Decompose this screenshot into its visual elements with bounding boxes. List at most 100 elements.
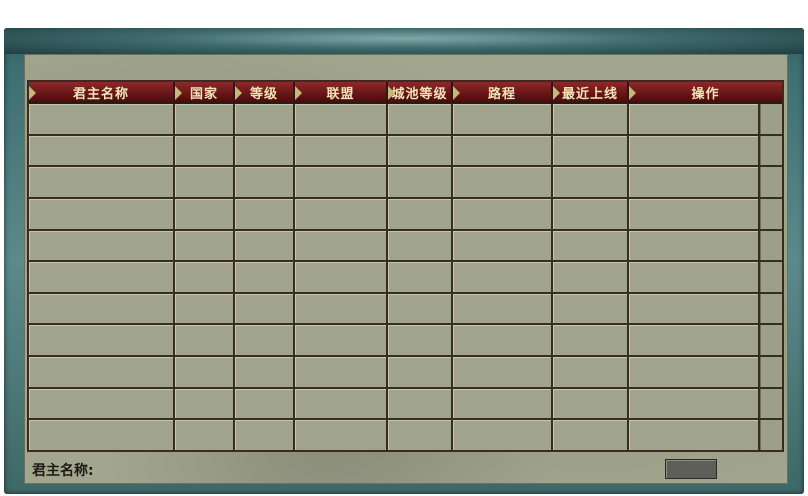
table-cell: [388, 167, 453, 197]
row-scroll-gutter: [760, 230, 782, 261]
table-row[interactable]: [29, 293, 782, 326]
column-header-level[interactable]: 等级: [235, 82, 295, 102]
column-header-label: 君主名称: [72, 86, 129, 102]
lord-table: 君主名称 国家 等级 联盟 城池等级 路程 最近上线 操作: [27, 80, 784, 452]
table-cell: [388, 325, 453, 356]
table-header: 君主名称 国家 等级 联盟 城池等级 路程 最近上线 操作: [29, 82, 782, 104]
table-cell: [235, 167, 295, 197]
table-row[interactable]: [29, 388, 782, 421]
table-cell: [295, 167, 388, 197]
table-cell: [388, 104, 453, 134]
table-cell: [629, 293, 760, 324]
row-scroll-gutter: [760, 135, 782, 166]
table-cell: [235, 198, 295, 229]
table-cell: [175, 104, 235, 134]
table-cell: [553, 230, 629, 261]
table-cell: [629, 135, 760, 166]
column-header-distance[interactable]: 路程: [453, 82, 553, 102]
table-cell: [175, 293, 235, 324]
column-header-label: 联盟: [326, 86, 355, 102]
table-cell: [453, 420, 553, 451]
table-cell: [453, 388, 553, 419]
column-header-label: 城池等级: [391, 86, 448, 102]
column-header-lord-name[interactable]: 君主名称: [29, 82, 175, 102]
table-cell: [295, 135, 388, 166]
table-row[interactable]: [29, 167, 782, 199]
table-cell: [388, 388, 453, 419]
column-arrow-icon: [629, 86, 636, 100]
row-scroll-gutter: [760, 420, 782, 451]
table-cell: [29, 198, 175, 229]
table-cell: [235, 135, 295, 166]
table-cell: [553, 388, 629, 419]
row-scroll-gutter: [760, 388, 782, 419]
row-scroll-gutter: [760, 104, 782, 134]
table-cell: [235, 420, 295, 451]
table-cell: [175, 167, 235, 197]
row-scroll-gutter: [760, 262, 782, 292]
table-cell: [629, 167, 760, 197]
column-header-actions[interactable]: 操作: [629, 82, 782, 102]
table-cell: [295, 262, 388, 292]
table-cell: [388, 262, 453, 292]
table-row[interactable]: [29, 420, 782, 451]
column-header-label: 国家: [189, 86, 218, 102]
column-arrow-icon: [29, 86, 36, 100]
table-cell: [453, 325, 553, 356]
table-cell: [235, 230, 295, 261]
table-cell: [29, 167, 175, 197]
table-cell: [453, 167, 553, 197]
column-header-label: 操作: [691, 86, 720, 102]
table-cell: [629, 230, 760, 261]
table-cell: [295, 230, 388, 261]
table-cell: [629, 357, 760, 387]
row-scroll-gutter: [760, 357, 782, 387]
column-header-city-level[interactable]: 城池等级: [388, 82, 453, 102]
table-cell: [295, 325, 388, 356]
footer-bar: 君主名称:: [27, 457, 784, 483]
table-cell: [29, 135, 175, 166]
table-cell: [29, 262, 175, 292]
row-scroll-gutter: [760, 198, 782, 229]
table-cell: [175, 420, 235, 451]
row-scroll-gutter: [760, 167, 782, 197]
table-cell: [29, 230, 175, 261]
table-cell: [388, 198, 453, 229]
table-cell: [175, 230, 235, 261]
table-row[interactable]: [29, 230, 782, 263]
column-header-country[interactable]: 国家: [175, 82, 235, 102]
table-row[interactable]: [29, 104, 782, 136]
column-arrow-icon: [235, 86, 242, 100]
table-cell: [553, 420, 629, 451]
column-arrow-icon: [553, 86, 560, 100]
table-cell: [453, 104, 553, 134]
table-cell: [295, 357, 388, 387]
table-row[interactable]: [29, 135, 782, 168]
table-cell: [175, 135, 235, 166]
column-header-last-online[interactable]: 最近上线: [553, 82, 629, 102]
table-cell: [553, 293, 629, 324]
table-cell: [388, 135, 453, 166]
action-button[interactable]: [665, 459, 717, 479]
table-cell: [235, 388, 295, 419]
table-row[interactable]: [29, 325, 782, 358]
table-row[interactable]: [29, 357, 782, 389]
column-header-label: 等级: [249, 86, 278, 102]
table-row[interactable]: [29, 198, 782, 231]
table-cell: [235, 293, 295, 324]
table-cell: [175, 262, 235, 292]
row-scroll-gutter: [760, 293, 782, 324]
table-cell: [553, 104, 629, 134]
table-row[interactable]: [29, 262, 782, 294]
table-cell: [29, 388, 175, 419]
column-header-label: 路程: [487, 86, 516, 102]
table-cell: [175, 388, 235, 419]
table-cell: [235, 325, 295, 356]
table-cell: [29, 325, 175, 356]
table-cell: [235, 357, 295, 387]
table-cell: [29, 104, 175, 134]
table-cell: [453, 262, 553, 292]
table-cell: [29, 420, 175, 451]
column-header-alliance[interactable]: 联盟: [295, 82, 388, 102]
table-cell: [295, 388, 388, 419]
